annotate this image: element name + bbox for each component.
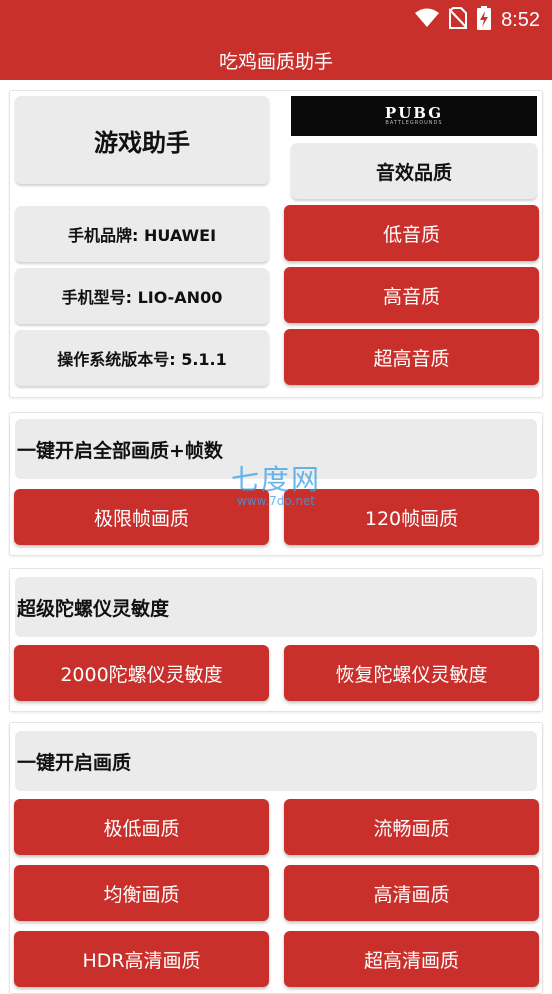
status-bar: 8:52 (0, 0, 552, 40)
gyro-2000-button[interactable]: 2000陀螺仪灵敏度 (14, 645, 269, 701)
pubg-logo-text: PUBG (384, 104, 444, 122)
battery-charging-icon (477, 6, 492, 34)
app-title: 吃鸡画质助手 (218, 50, 333, 73)
phone-model-label: 手机型号: LIO-AN00 (15, 268, 269, 324)
low-audio-button[interactable]: 低音质 (284, 205, 539, 261)
quality-card: 一键开启画质 极低画质 流畅画质 均衡画质 高清画质 HDR高清画质 超高清画质 (9, 722, 543, 994)
app-bar: 吃鸡画质助手 (0, 40, 552, 80)
game-assistant-button[interactable]: 游戏助手 (15, 96, 269, 184)
status-time: 8:52 (501, 8, 540, 31)
phone-brand-label: 手机品牌: HUAWEI (15, 206, 269, 262)
ultra-audio-button[interactable]: 超高音质 (284, 329, 539, 385)
gyro-section-title: 超级陀螺仪灵敏度 (15, 577, 537, 637)
very-low-quality-button[interactable]: 极低画质 (14, 799, 269, 855)
audio-quality-button[interactable]: 音效品质 (291, 143, 537, 199)
hdr-hd-quality-button[interactable]: HDR高清画质 (14, 931, 269, 987)
no-sim-icon (448, 7, 468, 33)
gyro-section-title-text: 超级陀螺仪灵敏度 (17, 597, 170, 620)
quality-section-title-text: 一键开启画质 (17, 751, 132, 774)
device-audio-card: 游戏助手 PUBG BATTLEGROUNDS 音效品质 手机品牌: HUAWE… (9, 90, 543, 398)
extreme-fps-quality-button[interactable]: 极限帧画质 (14, 489, 269, 545)
fps-section-title-text: 一键开启全部画质+帧数 (17, 439, 223, 462)
balanced-quality-button[interactable]: 均衡画质 (14, 865, 269, 921)
high-audio-button[interactable]: 高音质 (284, 267, 539, 323)
pubg-logo: PUBG BATTLEGROUNDS (291, 96, 537, 136)
smooth-quality-button[interactable]: 流畅画质 (284, 799, 539, 855)
wifi-icon (415, 8, 440, 32)
quality-section-title: 一键开启画质 (15, 731, 537, 791)
pubg-logo-subtext: BATTLEGROUNDS (385, 120, 443, 126)
fps-120-quality-button[interactable]: 120帧画质 (284, 489, 539, 545)
os-version-label: 操作系统版本号: 5.1.1 (15, 330, 269, 386)
restore-gyro-button[interactable]: 恢复陀螺仪灵敏度 (284, 645, 539, 701)
fps-section-title: 一键开启全部画质+帧数 (15, 419, 537, 479)
ultra-hd-quality-button[interactable]: 超高清画质 (284, 931, 539, 987)
gyro-card: 超级陀螺仪灵敏度 2000陀螺仪灵敏度 恢复陀螺仪灵敏度 (9, 568, 543, 712)
fps-card: 一键开启全部画质+帧数 极限帧画质 120帧画质 (9, 412, 543, 556)
hd-quality-button[interactable]: 高清画质 (284, 865, 539, 921)
